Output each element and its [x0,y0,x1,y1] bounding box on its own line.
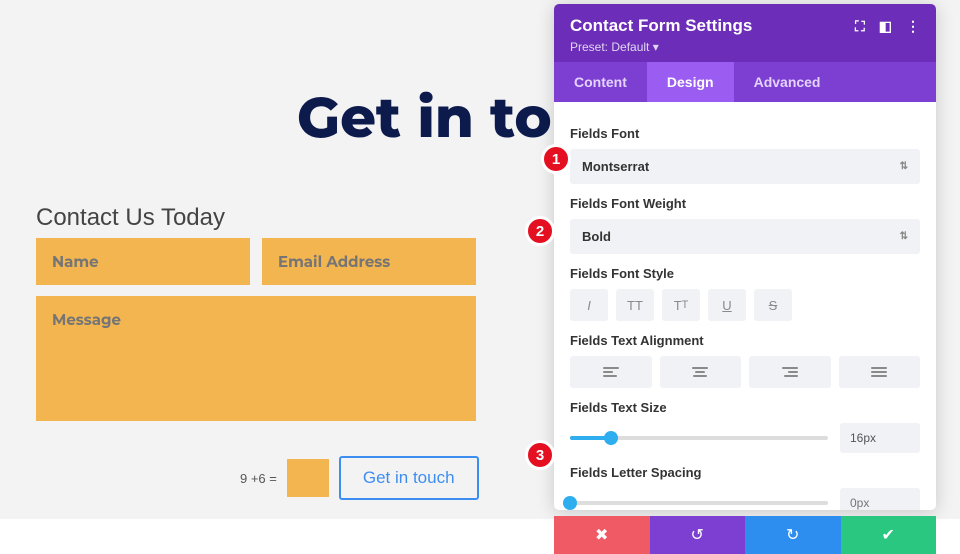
font-style-group: I TT TT U S [570,289,920,321]
text-align-group [570,356,920,388]
chevron-updown-icon: ⇅ [900,161,908,172]
submit-button[interactable]: Get in touch [339,456,479,500]
fields-font-select[interactable]: Montserrat ⇅ [570,149,920,184]
panel-body: Fields Font Montserrat ⇅ Fields Font Wei… [554,102,936,510]
fields-spacing-value[interactable] [840,488,920,510]
tab-design[interactable]: Design [647,62,734,102]
fields-align-label: Fields Text Alignment [570,333,920,348]
captcha-row: 9 +6 = Get in touch [240,456,479,500]
panel-title: Contact Form Settings [570,16,752,36]
settings-panel: Contact Form Settings ⛶ ◧ ⋮ Preset: Defa… [554,4,936,510]
form-row-top [36,238,476,285]
fields-spacing-label: Fields Letter Spacing [570,465,920,480]
save-button[interactable]: ✔ [841,516,937,554]
italic-icon[interactable]: I [570,289,608,321]
align-left-icon[interactable] [570,356,652,388]
contact-subheading: Contact Us Today [36,204,225,232]
fields-size-value[interactable] [840,423,920,453]
tabs: Content Design Advanced [554,62,936,102]
tab-advanced[interactable]: Advanced [734,62,841,102]
fields-size-slider[interactable] [570,436,828,440]
annotation-badge-1: 1 [541,144,571,174]
fields-font-label: Fields Font [570,126,920,141]
undo-button[interactable]: ↺ [650,516,746,554]
captcha-input[interactable] [287,459,329,497]
chevron-updown-icon: ⇅ [900,231,908,242]
slider-thumb[interactable] [563,496,577,510]
fields-weight-select[interactable]: Bold ⇅ [570,219,920,254]
align-justify-icon[interactable] [839,356,921,388]
fields-spacing-slider[interactable] [570,501,828,505]
strikethrough-icon[interactable]: S [754,289,792,321]
panel-header-icons: ⛶ ◧ ⋮ [855,18,920,35]
panel-footer: ✖ ↺ ↻ ✔ [554,516,936,554]
annotation-badge-3: 3 [525,440,555,470]
fields-font-value: Montserrat [582,159,649,174]
fields-style-label: Fields Font Style [570,266,920,281]
smallcaps-icon[interactable]: TT [662,289,700,321]
fields-weight-label: Fields Font Weight [570,196,920,211]
fields-weight-value: Bold [582,229,611,244]
fields-size-row [570,423,920,453]
panel-header: Contact Form Settings ⛶ ◧ ⋮ Preset: Defa… [554,4,936,62]
cancel-button[interactable]: ✖ [554,516,650,554]
name-field[interactable] [36,238,250,285]
tab-content[interactable]: Content [554,62,647,102]
redo-button[interactable]: ↻ [745,516,841,554]
align-right-icon[interactable] [749,356,831,388]
underline-icon[interactable]: U [708,289,746,321]
fields-size-label: Fields Text Size [570,400,920,415]
fields-spacing-row [570,488,920,510]
message-field[interactable] [36,296,476,421]
expand-icon[interactable]: ⛶ [855,18,865,35]
columns-icon[interactable]: ◧ [879,18,892,35]
uppercase-icon[interactable]: TT [616,289,654,321]
preset-label[interactable]: Preset: Default ▾ [570,40,920,54]
annotation-badge-2: 2 [525,216,555,246]
email-field[interactable] [262,238,476,285]
more-icon[interactable]: ⋮ [906,18,920,35]
captcha-question: 9 +6 = [240,471,277,486]
align-center-icon[interactable] [660,356,742,388]
slider-thumb[interactable] [604,431,618,445]
